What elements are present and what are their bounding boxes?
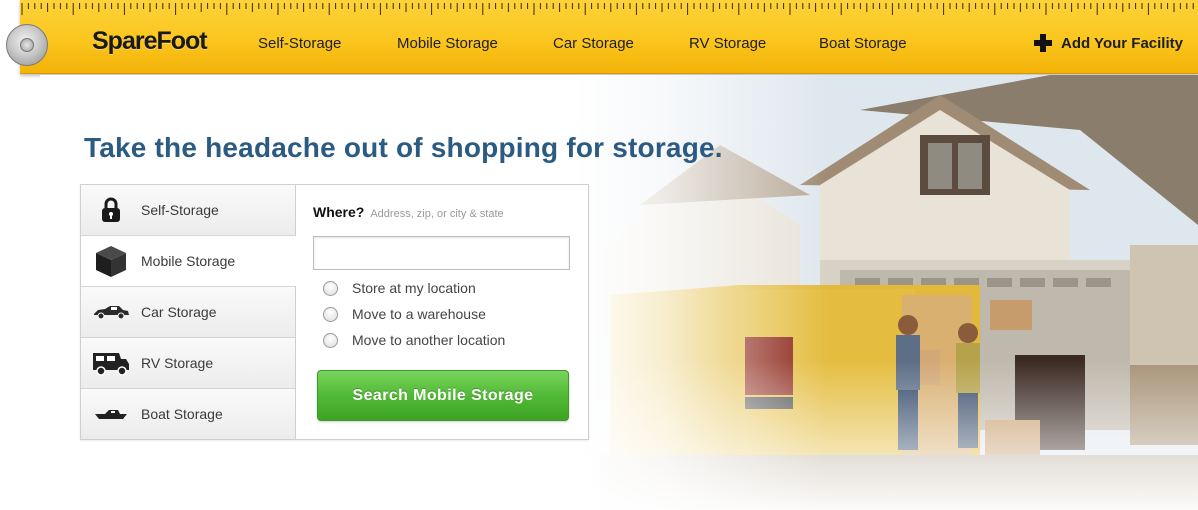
rv-icon bbox=[93, 353, 129, 376]
tab-rv-storage[interactable]: RV Storage bbox=[81, 338, 295, 389]
car-icon bbox=[94, 306, 129, 319]
tab-mobile-storage[interactable]: Mobile Storage bbox=[81, 236, 296, 287]
search-mobile-storage-button[interactable]: Search Mobile Storage bbox=[317, 370, 569, 421]
sparefoot-logo[interactable]: SpareFoot bbox=[92, 27, 208, 56]
tab-boat-storage[interactable]: Boat Storage bbox=[81, 389, 295, 439]
nav-car-storage[interactable]: Car Storage bbox=[553, 35, 634, 52]
ruler-ticks bbox=[21, 3, 1194, 15]
radio-button[interactable] bbox=[323, 332, 338, 348]
nav-rv-storage[interactable]: RV Storage bbox=[689, 35, 766, 52]
tab-label: Boat Storage bbox=[141, 406, 223, 422]
add-facility-label: Add Your Facility bbox=[1061, 34, 1183, 52]
search-form: Where? Address, zip, or city & state Stor… bbox=[296, 185, 588, 439]
tab-self-storage[interactable]: Self-Storage bbox=[81, 185, 295, 236]
option-store-at-location[interactable]: Store at my location bbox=[313, 280, 570, 296]
storage-search-widget: Self-Storage Mobile Storage Car Storage … bbox=[80, 184, 589, 440]
nav-mobile-storage[interactable]: Mobile Storage bbox=[397, 35, 498, 52]
option-label: Move to a warehouse bbox=[352, 306, 486, 322]
page-headline: Take the headache out of shopping for st… bbox=[84, 132, 723, 163]
radio-button[interactable] bbox=[323, 280, 338, 296]
storage-type-tabs: Self-Storage Mobile Storage Car Storage … bbox=[81, 185, 296, 439]
radio-button[interactable] bbox=[323, 306, 338, 322]
nav-boat-storage[interactable]: Boat Storage bbox=[819, 35, 907, 52]
option-move-to-warehouse[interactable]: Move to a warehouse bbox=[313, 306, 570, 322]
option-label: Move to another location bbox=[352, 332, 506, 348]
option-move-to-another-location[interactable]: Move to another location bbox=[313, 332, 570, 348]
tab-label: Car Storage bbox=[141, 304, 217, 320]
location-input[interactable] bbox=[313, 236, 570, 270]
padlock-icon bbox=[102, 197, 120, 222]
header-bar: SpareFoot Self-Storage Mobile Storage Ca… bbox=[20, 0, 1198, 74]
tape-reel-icon bbox=[6, 24, 48, 66]
where-hint: Address, zip, or city & state bbox=[370, 208, 504, 220]
tab-car-storage[interactable]: Car Storage bbox=[81, 287, 295, 338]
option-label: Store at my location bbox=[352, 280, 476, 296]
tab-label: RV Storage bbox=[141, 355, 214, 371]
boat-icon bbox=[95, 410, 127, 419]
tab-label: Mobile Storage bbox=[141, 253, 236, 269]
tab-label: Self-Storage bbox=[141, 202, 219, 218]
box-icon bbox=[96, 246, 126, 277]
add-facility-link[interactable]: Add Your Facility bbox=[1034, 34, 1183, 52]
nav-self-storage[interactable]: Self-Storage bbox=[258, 35, 341, 52]
plus-icon bbox=[1034, 34, 1052, 52]
where-label: Where? bbox=[313, 204, 365, 220]
